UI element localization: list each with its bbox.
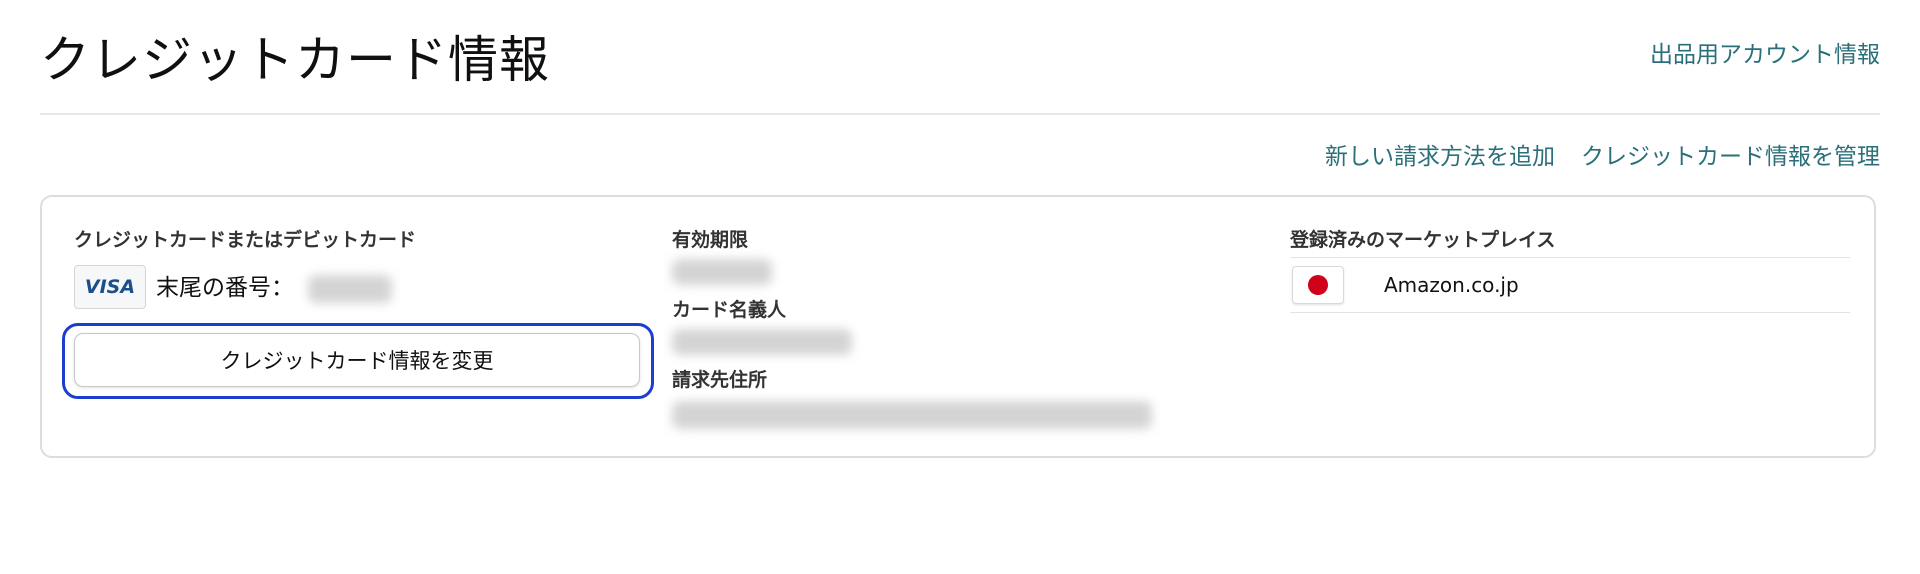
billing-address-value-redacted (672, 401, 1152, 429)
expiry-label: 有効期限 (672, 229, 749, 251)
seller-account-info-link[interactable]: 出品用アカウント情報 (1650, 40, 1880, 70)
billing-address-label: 請求先住所 (672, 369, 768, 391)
add-payment-method-link[interactable]: 新しい請求方法を追加 (1325, 141, 1555, 173)
manage-credit-card-link[interactable]: クレジットカード情報を管理 (1581, 141, 1880, 173)
page-title: クレジットカード情報 (40, 31, 550, 89)
marketplace-name: Amazon.co.jp (1384, 273, 1519, 297)
marketplace-row: Amazon.co.jp (1290, 257, 1850, 313)
header-divider (40, 113, 1880, 115)
card-holder-value-redacted (672, 329, 852, 355)
credit-card-panel: クレジットカードまたはデビットカード VISA 末尾の番号： クレジットカード情… (40, 195, 1876, 458)
expiry-value-redacted (672, 259, 772, 285)
japan-flag-icon (1292, 266, 1344, 304)
card-ending-label: 末尾の番号： (156, 275, 294, 301)
credit-card-info-page: クレジットカード情報 出品用アカウント情報 新しい請求方法を追加 クレジットカー… (0, 0, 1920, 574)
card-actions: 新しい請求方法を追加 クレジットカード情報を管理 (1325, 141, 1880, 173)
flag-red-dot (1308, 275, 1328, 295)
card-section-label: クレジットカードまたはデビットカード (74, 229, 417, 251)
change-credit-card-button[interactable]: クレジットカード情報を変更 (74, 333, 640, 387)
marketplaces-label: 登録済みのマーケットプレイス (1290, 229, 1556, 251)
visa-card-icon: VISA (74, 265, 146, 309)
card-holder-label: カード名義人 (672, 299, 787, 321)
card-last-digits-redacted (308, 275, 392, 303)
